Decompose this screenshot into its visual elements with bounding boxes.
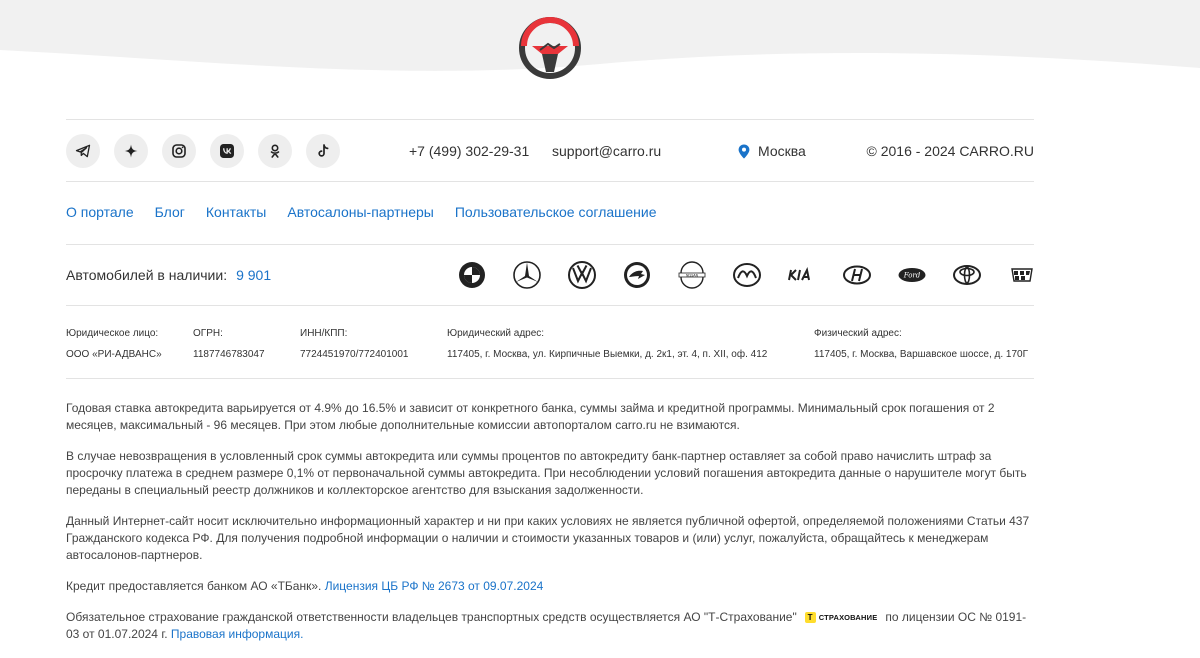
- legal-entity: Юридическое лицо: ООО «РИ-АДВАНС»: [66, 328, 162, 360]
- nav-dealers-link[interactable]: Автосалоны-партнеры: [287, 204, 434, 220]
- brand-nissan[interactable]: NISSAN: [676, 260, 707, 290]
- brand-bmw[interactable]: [456, 260, 487, 290]
- ogrn: ОГРН: 1187746783047: [193, 328, 265, 360]
- divider: [66, 119, 1034, 120]
- tiktok-link[interactable]: [306, 134, 340, 168]
- bank-text: Кредит предоставляется банком АО «ТБанк»…: [66, 579, 322, 593]
- legal-address-value: 117405, г. Москва, ул. Кирпичные Выемки,…: [447, 349, 768, 360]
- mercedes-icon: [512, 261, 541, 289]
- phone-link[interactable]: +7 (499) 302-29-31: [409, 143, 529, 159]
- brand-mazda[interactable]: [731, 260, 762, 290]
- nav-agreement-link[interactable]: Пользовательское соглашение: [455, 204, 657, 220]
- header-wave-background: [0, 0, 1200, 71]
- disclaimer-offer: Данный Интернет-сайт носит исключительно…: [66, 514, 1030, 562]
- volkswagen-icon: [567, 261, 596, 289]
- bank-license-link[interactable]: Лицензия ЦБ РФ № 2673 от 09.07.2024: [325, 579, 544, 593]
- ogrn-value: 1187746783047: [193, 349, 265, 360]
- disclaimer-insurance: Обязательное страхование гражданской отв…: [66, 609, 1034, 643]
- physical-address-label: Физический адрес:: [814, 328, 902, 339]
- email-link[interactable]: support@carro.ru: [552, 143, 661, 159]
- tiktok-icon: [318, 144, 329, 157]
- brand-skoda[interactable]: [621, 260, 652, 290]
- footer-nav: О портале Блог Контакты Автосалоны-партн…: [66, 204, 1034, 220]
- svg-text:NISSAN: NISSAN: [686, 273, 699, 277]
- insurance-text: Обязательное страхование гражданской отв…: [66, 610, 797, 624]
- brand-hyundai[interactable]: [841, 260, 872, 290]
- inn-kpp-label: ИНН/КПП:: [300, 328, 348, 339]
- telegram-icon: [75, 144, 91, 158]
- brand-mercedes[interactable]: [511, 260, 542, 290]
- ford-icon: Ford: [898, 268, 925, 282]
- availability-count[interactable]: 9 901: [236, 267, 271, 283]
- divider: [66, 305, 1034, 306]
- inn-kpp: ИНН/КПП: 7724451970/772401001: [300, 328, 408, 360]
- vk-link[interactable]: [210, 134, 244, 168]
- copyright: © 2016 - 2024 CARRO.RU: [866, 143, 1035, 159]
- telegram-link[interactable]: [66, 134, 100, 168]
- kia-icon: [787, 266, 810, 281]
- bmw-icon: [458, 262, 485, 288]
- legal-info: Юридическое лицо: ООО «РИ-АДВАНС» ОГРН: …: [66, 328, 1034, 368]
- legal-info-link[interactable]: Правовая информация.: [171, 627, 304, 641]
- t-insurance-logo: Т СТРАХОВАНИЕ: [804, 609, 878, 626]
- location-pin-icon: [738, 144, 750, 158]
- divider: [66, 244, 1034, 245]
- inn-kpp-value: 7724451970/772401001: [300, 349, 409, 360]
- contacts-row: +7 (499) 302-29-31 support@carro.ru Моск…: [66, 132, 1034, 170]
- skoda-icon: [623, 262, 650, 288]
- physical-address: Физический адрес: 117405, г. Москва, Вар…: [814, 328, 1034, 360]
- steering-wheel-handshake-logo[interactable]: [518, 16, 582, 80]
- svg-text:Ford: Ford: [902, 272, 920, 280]
- mazda-icon: [732, 263, 761, 287]
- divider: [66, 181, 1034, 182]
- odnoklassniki-icon: [270, 144, 280, 158]
- physical-address-value: 117405, г. Москва, Варшавское шоссе, д. …: [814, 349, 1029, 360]
- odnoklassniki-link[interactable]: [258, 134, 292, 168]
- availability-label: Автомобилей в наличии:: [66, 267, 228, 283]
- divider: [66, 378, 1034, 379]
- legal-entity-label: Юридическое лицо:: [66, 328, 159, 339]
- brand-volkswagen[interactable]: [566, 260, 597, 290]
- disclaimer-text: Годовая ставка автокредита варьируется о…: [66, 400, 1034, 657]
- hyundai-icon: [842, 265, 871, 285]
- sparkle-link[interactable]: [114, 134, 148, 168]
- brand-logos: NISSAN Ford: [456, 258, 1034, 292]
- nav-blog-link[interactable]: Блог: [155, 204, 185, 220]
- legal-address-label: Юридический адрес:: [447, 328, 545, 339]
- ogrn-label: ОГРН:: [193, 328, 223, 339]
- sparkle-icon: [124, 144, 138, 158]
- toyota-icon: [952, 265, 981, 285]
- vk-icon: [220, 144, 234, 158]
- brand-toyota[interactable]: [951, 260, 982, 290]
- brand-ford[interactable]: Ford: [896, 260, 927, 290]
- legal-address: Юридический адрес: 117405, г. Москва, ул…: [447, 328, 767, 360]
- legal-entity-value: ООО «РИ-АДВАНС»: [66, 349, 162, 360]
- disclaimer-penalty: В случае невозвращения в условленный сро…: [66, 449, 1027, 497]
- cadillac-icon: [1010, 268, 1033, 282]
- brand-cadillac[interactable]: [1006, 260, 1034, 290]
- city-label: Москва: [758, 143, 806, 159]
- availability-row: Автомобилей в наличии: 9 901 NISSAN Ford: [66, 258, 1034, 292]
- instagram-link[interactable]: [162, 134, 196, 168]
- nissan-icon: NISSAN: [678, 261, 705, 289]
- t-insurance-logo-mark: Т: [804, 612, 816, 624]
- nav-contacts-link[interactable]: Контакты: [206, 204, 266, 220]
- brand-kia[interactable]: [786, 260, 817, 290]
- disclaimer-rate: Годовая ставка автокредита варьируется о…: [66, 401, 995, 432]
- disclaimer-bank: Кредит предоставляется банком АО «ТБанк»…: [66, 578, 1034, 595]
- social-links: [66, 134, 340, 168]
- nav-about-link[interactable]: О портале: [66, 204, 134, 220]
- instagram-icon: [172, 144, 186, 158]
- city-selector[interactable]: Москва: [738, 143, 806, 159]
- t-insurance-logo-text: СТРАХОВАНИЕ: [818, 613, 878, 623]
